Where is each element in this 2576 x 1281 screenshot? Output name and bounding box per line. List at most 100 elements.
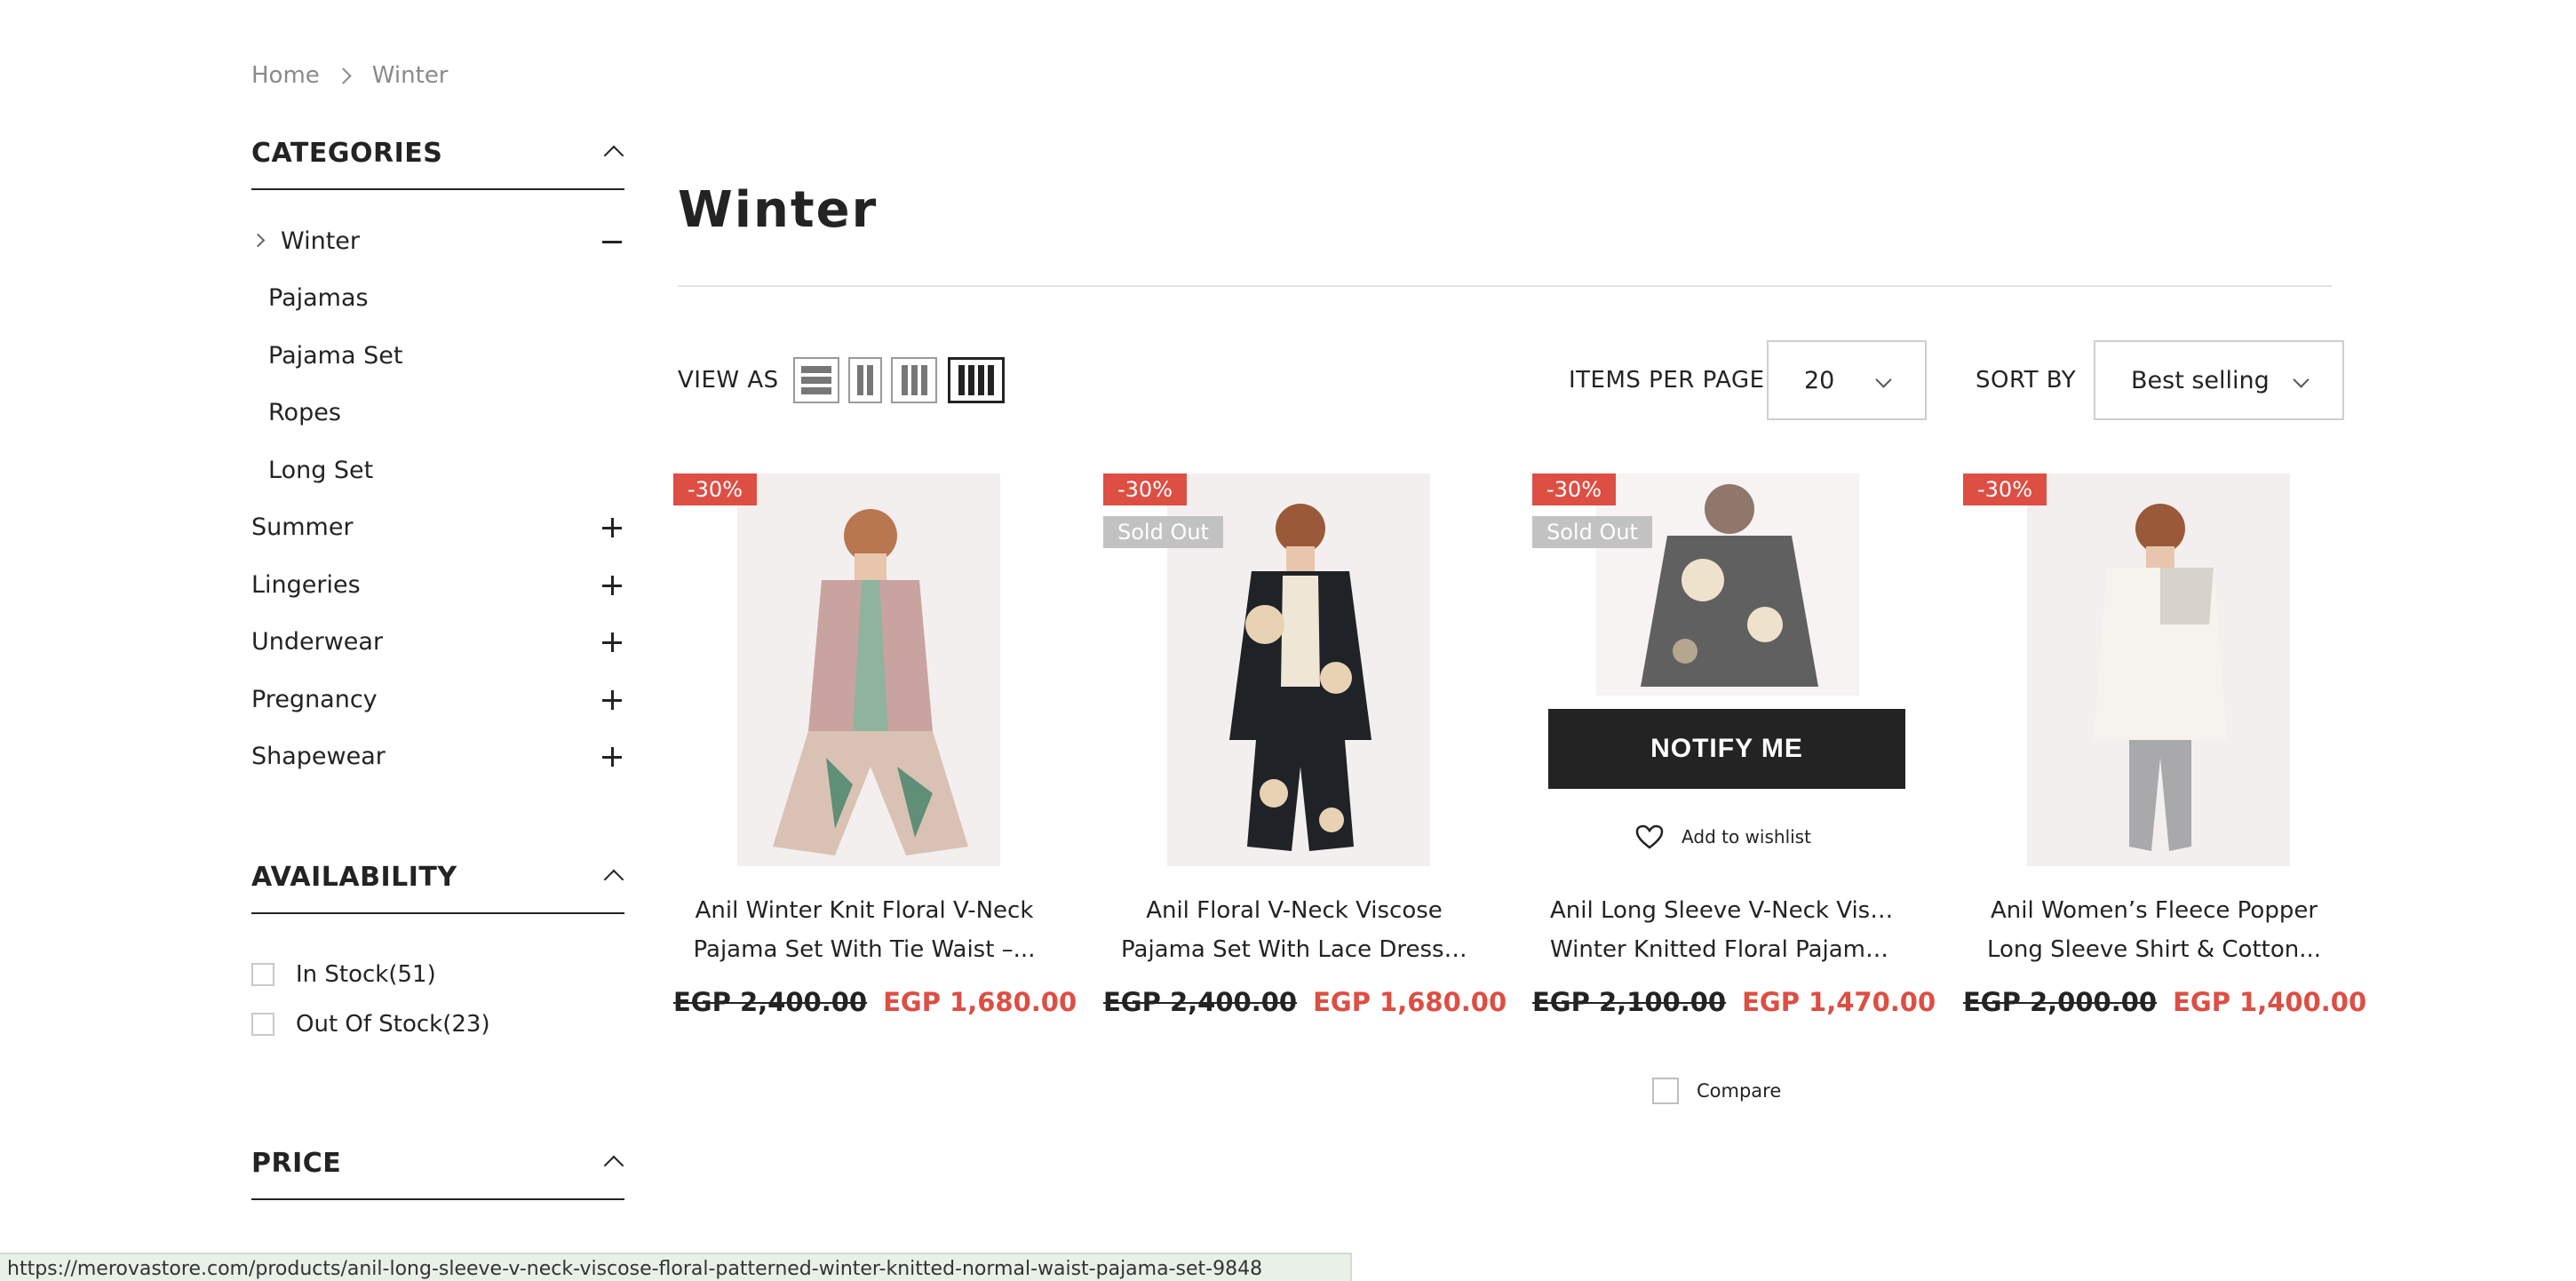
discount-badge: -30% — [1963, 473, 2047, 505]
product-name-link[interactable]: Anil Long Sleeve V-Neck Viscose Winter K… — [1532, 891, 1914, 969]
category-label: Winter — [281, 227, 361, 255]
category-label: Underwear — [251, 628, 384, 656]
category-item-long-set[interactable]: Long Set — [268, 453, 641, 489]
out-of-stock-checkbox[interactable] — [251, 1013, 274, 1036]
category-item-pajama-set[interactable]: Pajama Set — [268, 338, 641, 374]
discount-badge: -30% — [1532, 473, 1617, 505]
category-label: Long Set — [268, 457, 374, 484]
product-card[interactable]: -30% Sold Out Anil Floral V-Neck Viscose… — [1103, 473, 1507, 1095]
product-name-link[interactable]: Anil Winter Knit Floral V-Neck Pajama Se… — [673, 891, 1055, 969]
product-prices: EGP 2,000.00 EGP 1,400.00 — [1963, 987, 2366, 1017]
plus-icon[interactable] — [600, 510, 624, 545]
category-item-ropes[interactable]: Ropes — [268, 395, 641, 431]
product-card[interactable]: -30% Anil Women’s Fleece Popper Long Sle… — [1963, 473, 2366, 1095]
product-name-line: Pajama Set With Lace Dressing... — [1121, 936, 1485, 963]
product-image[interactable] — [2027, 473, 2290, 866]
chevron-down-icon — [1875, 371, 1892, 388]
filter-in-stock[interactable]: In Stock(51) — [251, 959, 436, 991]
price-header[interactable]: PRICE — [251, 1148, 624, 1200]
category-label: Summer — [251, 513, 354, 541]
category-label: Lingeries — [251, 571, 361, 599]
chevron-down-icon — [2293, 371, 2310, 388]
category-item-summer[interactable]: Summer — [251, 510, 624, 545]
categories-title: CATEGORIES — [251, 138, 443, 169]
plus-icon[interactable] — [600, 739, 624, 775]
sale-price: EGP 1,470.00 — [1742, 987, 1936, 1017]
availability-title: AVAILABILITY — [251, 862, 457, 893]
product-name-line: Anil Winter Knit Floral V-Neck — [695, 897, 1034, 924]
filter-label: Out Of Stock(23) — [296, 1011, 490, 1038]
availability-header[interactable]: AVAILABILITY — [251, 862, 624, 914]
chevron-right-icon — [250, 233, 266, 248]
in-stock-checkbox[interactable] — [251, 963, 274, 986]
breadcrumb-home-link[interactable]: Home — [251, 62, 320, 89]
category-item-underwear[interactable]: Underwear — [251, 625, 624, 660]
category-label: Shapewear — [251, 743, 386, 770]
heart-icon — [1635, 824, 1664, 849]
filter-label: In Stock(51) — [296, 961, 436, 988]
category-item-lingeries[interactable]: Lingeries — [251, 568, 624, 603]
categories-header[interactable]: CATEGORIES — [251, 138, 624, 190]
items-per-page-select[interactable]: 20 — [1767, 340, 1927, 420]
price-title: PRICE — [251, 1148, 342, 1179]
chevron-right-icon — [335, 67, 352, 84]
grid-4-icon — [958, 365, 965, 395]
compare-checkbox[interactable] — [1652, 1078, 1679, 1104]
view-grid-4-button[interactable] — [948, 357, 1005, 403]
breadcrumb-current: Winter — [371, 62, 449, 89]
product-name-line: Anil Long Sleeve V-Neck Viscose — [1550, 897, 1914, 924]
plus-icon[interactable] — [600, 568, 624, 603]
compare-label: Compare — [1697, 1080, 1782, 1102]
view-as-label: VIEW AS — [678, 367, 779, 394]
category-label: Ropes — [268, 399, 341, 426]
product-name-line: Anil Floral V-Neck Viscose — [1146, 897, 1443, 924]
old-price: EGP 2,400.00 — [1103, 987, 1298, 1017]
category-label: Pajama Set — [268, 342, 403, 370]
old-price: EGP 2,100.00 — [1532, 987, 1727, 1017]
category-item-winter[interactable]: Winter — [250, 224, 624, 259]
discount-badge: -30% — [673, 473, 758, 505]
plus-icon[interactable] — [600, 625, 624, 660]
compare-toggle[interactable]: Compare — [1652, 1078, 1781, 1104]
product-name-line: Pajama Set With Tie Waist –... — [693, 936, 1036, 963]
sort-by-select[interactable]: Best selling — [2094, 340, 2344, 420]
product-name-link[interactable]: Anil Floral V-Neck Viscose Pajama Set Wi… — [1103, 891, 1485, 969]
category-label: Pajamas — [268, 284, 369, 312]
grid-3-icon — [901, 365, 908, 395]
product-image[interactable] — [1596, 473, 1859, 696]
product-name-line: Long Sleeve Shirt & Cotton... — [1986, 936, 2322, 963]
product-name-line: Winter Knitted Floral Pajama S... — [1550, 936, 1914, 963]
old-price: EGP 2,400.00 — [673, 987, 868, 1017]
view-list-button[interactable] — [793, 357, 839, 403]
sold-out-badge: Sold Out — [1532, 516, 1652, 548]
category-item-shapewear[interactable]: Shapewear — [251, 739, 624, 775]
product-prices: EGP 2,400.00 EGP 1,680.00 — [1103, 987, 1507, 1017]
view-grid-2-button[interactable] — [848, 357, 882, 403]
chevron-up-icon[interactable] — [603, 1155, 624, 1176]
filter-out-of-stock[interactable]: Out Of Stock(23) — [251, 1008, 490, 1040]
category-item-pregnancy[interactable]: Pregnancy — [251, 682, 624, 718]
items-per-page-label: ITEMS PER PAGE — [1569, 367, 1765, 394]
list-view-icon — [801, 366, 831, 394]
wishlist-label: Add to wishlist — [1682, 826, 1811, 847]
divider — [678, 285, 2332, 287]
product-name-link[interactable]: Anil Women’s Fleece Popper Long Sleeve S… — [1963, 891, 2345, 969]
product-card[interactable]: -30% Sold Out NOTIFY ME Add to wishlist … — [1532, 473, 1936, 1095]
sale-price: EGP 1,680.00 — [1313, 987, 1507, 1017]
old-price: EGP 2,000.00 — [1963, 987, 2158, 1017]
chevron-up-icon[interactable] — [603, 145, 624, 166]
category-item-pajamas[interactable]: Pajamas — [268, 281, 641, 316]
product-prices: EGP 2,100.00 EGP 1,470.00 — [1532, 987, 1936, 1017]
plus-icon[interactable] — [600, 682, 624, 718]
grid-2-icon — [857, 365, 863, 395]
product-name-line: Anil Women’s Fleece Popper — [1990, 897, 2318, 924]
notify-me-button[interactable]: NOTIFY ME — [1548, 709, 1905, 789]
product-image[interactable] — [737, 473, 1000, 866]
view-grid-3-button[interactable] — [891, 357, 937, 403]
chevron-up-icon[interactable] — [603, 869, 624, 890]
sort-by-value: Best selling — [2131, 366, 2270, 394]
minus-icon[interactable] — [600, 224, 624, 259]
add-to-wishlist-button[interactable]: Add to wishlist — [1532, 824, 1914, 849]
product-card[interactable]: -30% Anil Winter Knit Floral V-Neck Paja… — [673, 473, 1077, 1095]
browser-status-bar: https://merovastore.com/products/anil-lo… — [0, 1253, 1352, 1281]
